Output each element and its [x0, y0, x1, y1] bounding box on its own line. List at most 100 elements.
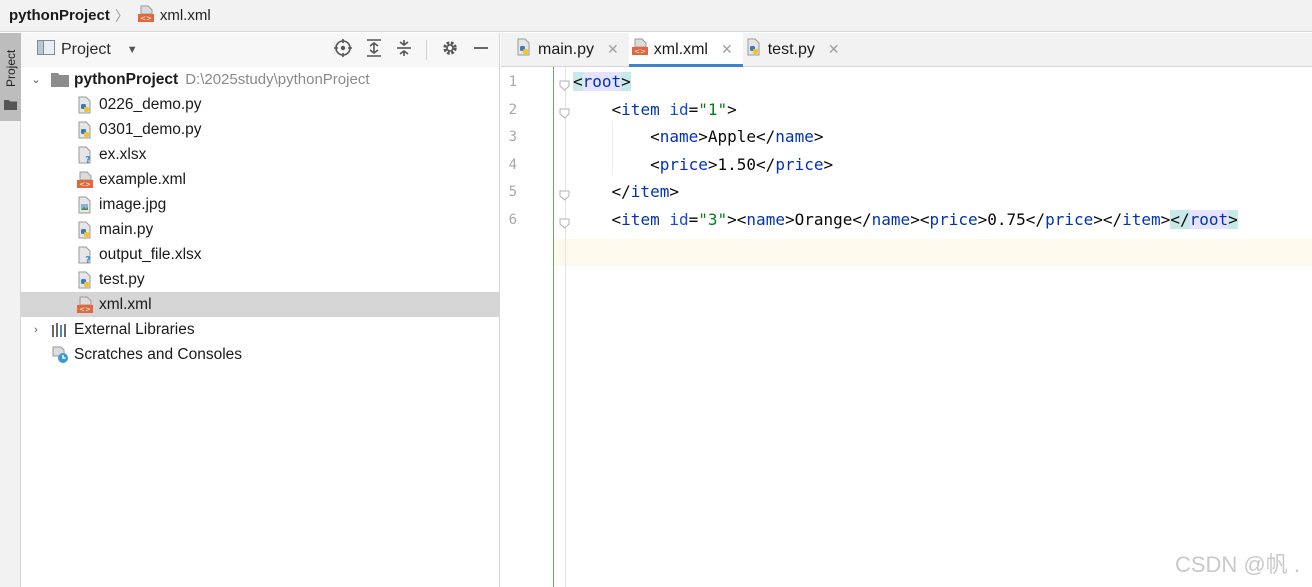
fold-marker-icon[interactable] [559, 78, 570, 91]
tree-file-label: output_file.xlsx [99, 245, 202, 263]
tree-external-libraries[interactable]: › External Libraries [21, 317, 499, 342]
unknown-file-icon: ? [76, 246, 94, 264]
svg-text:?: ? [85, 155, 91, 164]
code-token: ></ [1093, 209, 1123, 229]
tree-file-row[interactable]: main.py [21, 217, 499, 242]
code-token: >< [910, 209, 930, 229]
code-area[interactable]: 1 2 3 4 5 6 <root> <item id="1"> <name>Apple</… [501, 67, 1312, 587]
code-token: > [1228, 209, 1238, 229]
close-icon[interactable]: ✕ [607, 41, 619, 58]
editor-tab[interactable]: main.py ✕ [513, 33, 629, 66]
close-icon[interactable]: ✕ [828, 41, 840, 58]
code-token: price [929, 209, 978, 229]
fold-marker-icon[interactable] [559, 188, 570, 201]
tree-scratches[interactable]: Scratches and Consoles [21, 342, 499, 367]
locate-icon[interactable] [334, 39, 352, 61]
xml-file-icon: <> [76, 171, 94, 189]
image-file-icon [76, 196, 94, 214]
chevron-down-icon[interactable]: ⌄ [29, 73, 43, 86]
line-number: 6 [508, 211, 517, 228]
tree-file-row[interactable]: image.jpg [21, 192, 499, 217]
code-line[interactable]: </item> [573, 182, 679, 201]
tree-file-row[interactable]: 0301_demo.py [21, 117, 499, 142]
editor-tab-label: xml.xml [653, 40, 708, 58]
chevron-right-icon[interactable]: › [29, 324, 43, 336]
breadcrumb-file-label: xml.xml [159, 7, 211, 24]
code-line[interactable]: <root> [573, 72, 631, 91]
code-line[interactable]: <item id="3"><name>Orange</name><price>0… [573, 209, 1238, 229]
gutter-divider [565, 67, 566, 587]
navigation-breadcrumb: pythonProject 〉 <> xml.xml [0, 0, 1312, 32]
left-tool-strip: Project [0, 33, 21, 587]
code-token: </ [573, 182, 631, 201]
tree-file-row[interactable]: ? output_file.xlsx [21, 242, 499, 267]
expand-all-icon[interactable] [366, 39, 382, 61]
code-token: root [1189, 209, 1229, 229]
xml-file-icon: <> [137, 5, 155, 27]
tree-file-label: example.xml [99, 170, 186, 188]
breadcrumb-separator-icon: 〉 [114, 7, 129, 24]
tree-file-label: test.py [99, 270, 145, 288]
minimize-icon[interactable] [473, 39, 489, 61]
svg-text:<>: <> [634, 48, 646, 56]
editor-tab[interactable]: <> xml.xml ✕ [628, 33, 743, 67]
tree-file-row[interactable]: 0226_demo.py [21, 92, 499, 117]
fold-gutter [553, 67, 565, 587]
code-token: ></ [1160, 209, 1190, 229]
code-token: item [1122, 209, 1161, 229]
line-number: 3 [508, 129, 517, 145]
editor-tab-label: main.py [538, 40, 595, 58]
fold-marker-icon[interactable] [559, 106, 570, 119]
tree-scratches-label: Scratches and Consoles [74, 345, 243, 363]
project-view-selector[interactable]: Project ▼ [37, 40, 138, 60]
code-line[interactable]: <item id="1"> [573, 100, 737, 119]
code-token: = [688, 99, 699, 119]
tree-file-row[interactable]: ? ex.xlsx [21, 142, 499, 167]
code-token: id [669, 99, 689, 119]
code-token: < [573, 127, 660, 146]
python-file-icon [745, 38, 763, 61]
code-token: item [630, 182, 670, 201]
library-icon [51, 321, 69, 339]
tree-file-row[interactable]: <> xml.xml [21, 292, 499, 317]
tree-file-label: image.jpg [99, 195, 167, 213]
close-icon[interactable]: ✕ [721, 41, 733, 58]
code-token: = [688, 209, 699, 229]
tree-file-row[interactable]: test.py [21, 267, 499, 292]
project-panel: Project ▼ ⌄ pythonProject D:\2025study\p… [21, 33, 500, 587]
line-number: 4 [508, 156, 517, 173]
fold-marker-icon[interactable] [559, 216, 570, 229]
python-file-icon [76, 271, 94, 289]
code-token: >< [727, 209, 747, 229]
svg-text:?: ? [85, 255, 91, 264]
code-token: > [813, 127, 824, 146]
project-tree: ⌄ pythonProject D:\2025study\pythonProje… [21, 67, 499, 367]
code-line[interactable]: <name>Apple</name> [573, 127, 823, 146]
svg-text:<>: <> [79, 305, 91, 313]
breadcrumb-file[interactable]: <> xml.xml [137, 5, 211, 27]
python-file-icon [76, 221, 94, 239]
code-token: id [669, 209, 689, 229]
editor-tab-bar: main.py ✕ <> xml.xml ✕ test.py ✕ [501, 33, 1312, 67]
tree-file-label: xml.xml [99, 295, 152, 313]
watermark: CSDN @帆 . [1174, 552, 1300, 577]
tree-file-label: 0301_demo.py [99, 120, 202, 138]
code-token: name [775, 127, 814, 146]
tree-root-row[interactable]: ⌄ pythonProject D:\2025study\pythonProje… [21, 67, 499, 92]
breadcrumb-project[interactable]: pythonProject [9, 7, 110, 24]
line-number: 2 [508, 101, 517, 118]
code-token: > [823, 154, 834, 174]
collapse-all-icon[interactable] [396, 39, 412, 61]
project-panel-title: Project [61, 41, 111, 58]
unknown-file-icon: ? [76, 146, 94, 164]
project-panel-toolbar [334, 39, 499, 61]
code-token: item [621, 209, 660, 229]
gear-icon[interactable] [441, 39, 459, 61]
svg-text:<>: <> [79, 180, 91, 188]
project-tool-window-tab[interactable]: Project [0, 33, 21, 121]
editor-tab[interactable]: test.py ✕ [743, 33, 850, 66]
tree-file-row[interactable]: <> example.xml [21, 167, 499, 192]
code-line[interactable]: <price>1.50</price> [573, 155, 833, 174]
